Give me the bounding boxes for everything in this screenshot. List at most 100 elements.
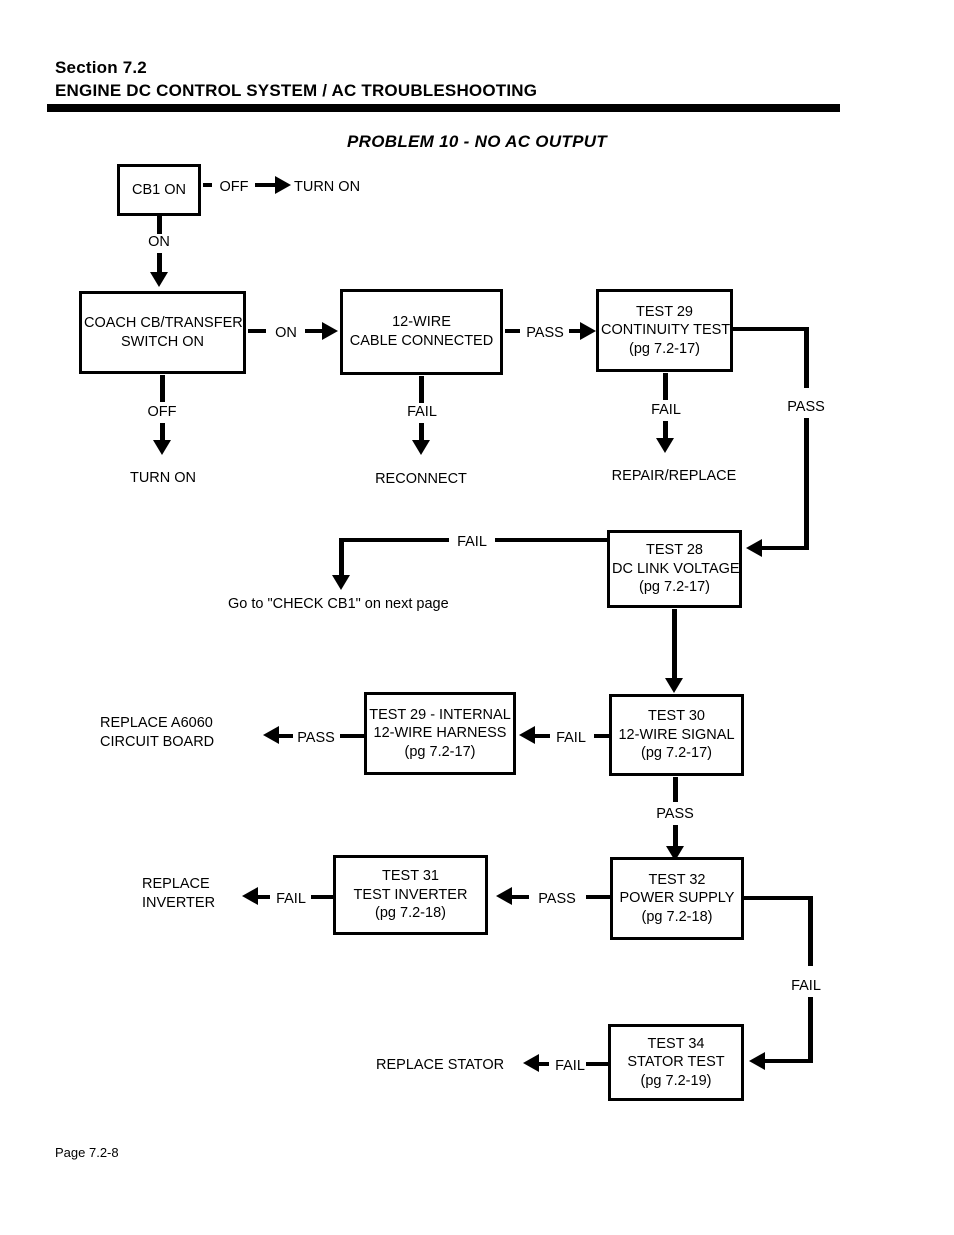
node-test29-internal-line3: (pg 7.2-17): [404, 743, 476, 760]
node-test30-signal-line2: 12-WIRE SIGNAL: [618, 726, 735, 743]
node-cable-connected[interactable]: 12-WIRE CABLE CONNECTED: [340, 289, 503, 375]
edge-test29int-pass-stub: [340, 734, 364, 738]
terminal-replace-a6060: REPLACE A6060 CIRCUIT BOARD: [100, 714, 260, 752]
terminal-turn-on-top: TURN ON: [294, 179, 361, 195]
edge-cb1-on-arrowhead: [150, 272, 168, 287]
edge-label-test32-pass: PASS: [538, 891, 576, 907]
terminal-repair-replace: REPAIR/REPLACE: [611, 468, 737, 484]
edge-coach-on-arrowhead: [322, 322, 338, 340]
edge-test28-fail-arrowhead: [332, 575, 350, 590]
edge-label-test29-fail: FAIL: [651, 402, 681, 418]
header-divider: [47, 104, 840, 112]
edge-coach-on-stub: [248, 329, 266, 333]
node-cb1-on-line1: CB1 ON: [132, 181, 186, 198]
edge-label-test30-fail: FAIL: [556, 730, 586, 746]
edge-test29-pass-down-lower: [804, 418, 809, 548]
edge-test32-fail-arrowhead: [749, 1052, 765, 1070]
edge-test29-pass-top: [733, 327, 808, 331]
node-cb1-on[interactable]: CB1 ON: [117, 164, 201, 216]
edge-test31-fail-line: [258, 895, 270, 899]
terminal-replace-inverter: REPLACE INVERTER: [142, 875, 252, 913]
edge-label-test29int-pass: PASS: [297, 730, 335, 746]
edge-label-test29-pass: PASS: [787, 399, 825, 415]
node-cable-connected-line2: CABLE CONNECTED: [349, 333, 494, 349]
edge-test32-fail-down-upper: [808, 896, 813, 966]
edge-test30-fail-arrowhead: [519, 726, 535, 744]
node-test34-stator-line3: (pg 7.2-19): [640, 1072, 712, 1089]
edge-cable-pass-arrowhead: [580, 322, 596, 340]
terminal-replace-a6060-line2: CIRCUIT BOARD: [100, 733, 215, 750]
node-test28-dclink-line2: DC LINK VOLTAGE: [612, 560, 740, 577]
node-test29-internal-line1: TEST 29 - INTERNAL: [369, 706, 511, 723]
edge-test29int-pass-line: [279, 734, 293, 738]
terminal-turn-on-left: TURN ON: [129, 470, 197, 486]
edge-test28-to-test30-arrowhead: [665, 678, 683, 693]
edge-test32-fail-top: [744, 896, 812, 900]
edge-label-test28-fail: FAIL: [457, 534, 487, 550]
node-test29-continuity[interactable]: TEST 29 CONTINUITY TEST (pg 7.2-17): [596, 289, 733, 372]
edge-test32-pass-arrowhead: [496, 887, 512, 905]
terminal-replace-inverter-line2: INVERTER: [142, 894, 216, 911]
flowchart-title: PROBLEM 10 - NO AC OUTPUT: [347, 132, 607, 151]
edge-test32-fail-into-34: [765, 1059, 813, 1063]
terminal-reconnect: RECONNECT: [375, 471, 467, 487]
edge-cable-fail-upper: [419, 376, 424, 403]
edge-label-test31-fail: FAIL: [276, 891, 306, 907]
edge-test30-pass-upper: [673, 777, 678, 802]
edge-test29-fail-arrowhead: [656, 438, 674, 453]
page-title: ENGINE DC CONTROL SYSTEM / AC TROUBLESHO…: [55, 81, 538, 100]
edge-coach-off-upper: [160, 375, 165, 402]
edge-label-coach-on: ON: [275, 325, 297, 341]
edge-test29int-pass-arrowhead: [263, 726, 279, 744]
terminal-replace-stator: REPLACE STATOR: [376, 1057, 505, 1073]
edge-test28-fail-left: [339, 538, 449, 542]
edge-label-cb1-off: OFF: [219, 179, 249, 195]
node-test31-inverter[interactable]: TEST 31 TEST INVERTER (pg 7.2-18): [333, 855, 488, 935]
edge-test32-pass-line: [512, 895, 529, 899]
edge-label-coach-off: OFF: [147, 404, 177, 420]
node-test29-continuity-line3: (pg 7.2-17): [629, 340, 700, 357]
terminal-check-cb1: Go to "CHECK CB1" on next page: [228, 596, 449, 612]
node-test31-inverter-line2: TEST INVERTER: [353, 886, 468, 903]
node-test32-power-line3: (pg 7.2-18): [641, 908, 713, 925]
node-test30-signal-line1: TEST 30: [648, 708, 705, 725]
edge-test28-fail-down: [339, 538, 344, 577]
terminal-replace-a6060-line1: REPLACE A6060: [100, 715, 213, 731]
edge-cable-fail-arrowhead: [412, 440, 430, 455]
edge-test29-pass-arrowhead: [746, 539, 762, 557]
node-test34-stator-line2: STATOR TEST: [627, 1054, 725, 1071]
edge-test32-pass-stub: [586, 895, 611, 899]
node-cable-connected-line1: 12-WIRE: [392, 314, 451, 331]
node-test32-power-line1: TEST 32: [648, 871, 706, 888]
edge-test31-fail-stub: [311, 895, 335, 899]
node-test34-stator-line1: TEST 34: [647, 1035, 705, 1052]
node-coach-switch-line2: SWITCH ON: [121, 333, 204, 350]
node-coach-switch[interactable]: COACH CB/TRANSFER SWITCH ON: [79, 291, 246, 374]
edge-test34-fail-line: [539, 1062, 549, 1066]
edge-label-test34-fail: FAIL: [555, 1058, 585, 1074]
node-coach-switch-line1: COACH CB/TRANSFER: [84, 314, 243, 331]
node-test29-internal[interactable]: TEST 29 - INTERNAL 12-WIRE HARNESS (pg 7…: [364, 692, 516, 775]
edge-label-cb1-on: ON: [148, 234, 170, 250]
edge-test32-fail-down-lower: [808, 997, 813, 1062]
edge-label-test32-fail: FAIL: [791, 978, 821, 994]
edge-label-cable-fail: FAIL: [407, 404, 437, 420]
edge-coach-off-arrowhead: [153, 440, 171, 455]
edge-test28-to-test30: [672, 609, 677, 681]
node-test30-signal[interactable]: TEST 30 12-WIRE SIGNAL (pg 7.2-17): [609, 694, 744, 776]
edge-cb1-on-upper: [157, 216, 162, 234]
node-test29-continuity-line1: TEST 29: [636, 303, 693, 320]
node-test32-power[interactable]: TEST 32 POWER SUPPLY (pg 7.2-18): [610, 857, 744, 940]
node-test31-inverter-line1: TEST 31: [382, 868, 439, 885]
edge-label-test30-pass: PASS: [656, 806, 694, 822]
node-test29-continuity-line2: CONTINUITY TEST: [601, 322, 731, 339]
edge-test29-pass-down-upper: [804, 327, 809, 388]
page-footer: Page 7.2-8: [55, 1145, 119, 1160]
edge-cable-pass-stub: [505, 329, 520, 333]
node-test34-stator[interactable]: TEST 34 STATOR TEST (pg 7.2-19): [608, 1024, 744, 1101]
edge-test29-pass-into-28: [762, 546, 809, 550]
edge-test28-fail-right: [495, 538, 607, 542]
node-test31-inverter-line3: (pg 7.2-18): [375, 905, 446, 922]
edge-test30-fail-line: [534, 734, 550, 738]
edge-test30-fail-stub: [594, 734, 611, 738]
